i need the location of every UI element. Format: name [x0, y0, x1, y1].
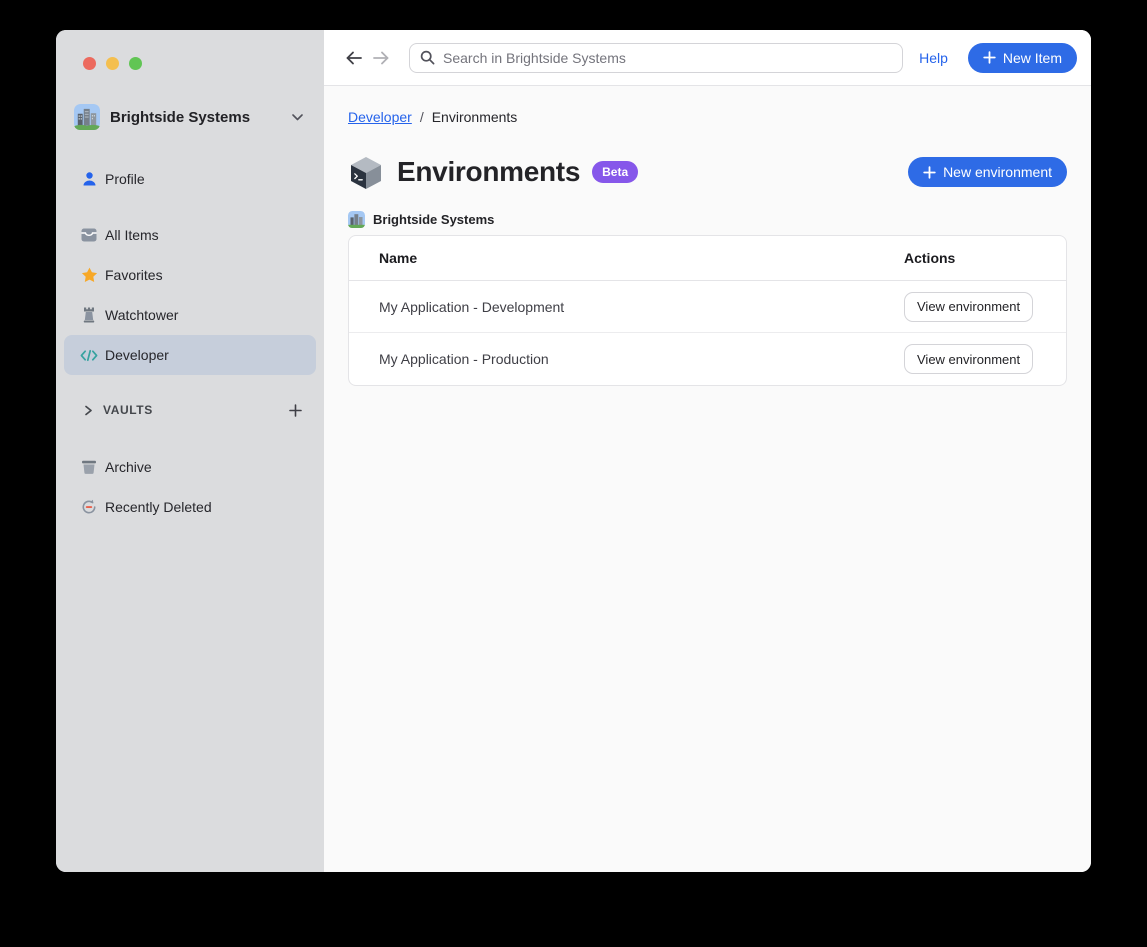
view-environment-button[interactable]: View environment — [904, 292, 1033, 322]
arrow-left-icon — [344, 50, 363, 66]
org-name: Brightside Systems — [110, 109, 282, 126]
sidebar-item-label: Developer — [105, 347, 169, 363]
archive-box-icon — [80, 458, 98, 476]
sidebar-item-label: All Items — [105, 227, 159, 243]
chevron-down-icon — [292, 114, 303, 121]
search-input[interactable] — [443, 50, 892, 66]
sidebar-item-label: Profile — [105, 171, 145, 187]
toolbar: Help New Item — [324, 30, 1091, 86]
new-item-button[interactable]: New Item — [968, 43, 1077, 73]
table-row: My Application - Development View enviro… — [349, 281, 1066, 333]
vaults-label[interactable]: VAULTS — [103, 403, 279, 417]
environment-name: My Application - Production — [349, 351, 904, 367]
code-icon — [80, 346, 98, 364]
forward-button[interactable] — [369, 46, 393, 70]
breadcrumb-separator: / — [420, 109, 424, 125]
column-header-actions: Actions — [904, 250, 1066, 266]
sidebar-item-watchtower[interactable]: Watchtower — [64, 295, 316, 335]
back-button[interactable] — [341, 46, 365, 70]
close-window-button[interactable] — [83, 57, 96, 70]
main-panel: Help New Item Developer / Environments — [324, 30, 1091, 872]
view-environment-button[interactable]: View environment — [904, 344, 1033, 374]
cube-terminal-icon — [348, 154, 384, 190]
table-header: Name Actions — [349, 236, 1066, 281]
tray-icon — [80, 226, 98, 244]
minimize-window-button[interactable] — [106, 57, 119, 70]
new-item-label: New Item — [1003, 50, 1062, 66]
plus-icon[interactable] — [289, 404, 302, 417]
column-header-name: Name — [349, 250, 904, 266]
person-icon — [80, 170, 98, 188]
star-icon — [80, 266, 98, 284]
page-content: Developer / Environments Environments Be… — [324, 86, 1091, 386]
building-icon — [74, 104, 100, 130]
breadcrumb-current: Environments — [432, 109, 518, 125]
sidebar-item-profile[interactable]: Profile — [64, 159, 316, 199]
window-controls — [56, 30, 324, 70]
sidebar-nav: Profile All Items Favorites — [56, 159, 324, 375]
sidebar-item-recently-deleted[interactable]: Recently Deleted — [64, 487, 316, 527]
new-environment-button[interactable]: New environment — [908, 157, 1067, 187]
zoom-window-button[interactable] — [129, 57, 142, 70]
new-environment-label: New environment — [943, 164, 1052, 180]
org-label: Brightside Systems — [373, 212, 494, 227]
plus-icon — [983, 51, 996, 64]
arrow-right-icon — [372, 50, 391, 66]
beta-badge: Beta — [592, 161, 638, 183]
magnifier-icon — [420, 50, 435, 65]
environments-table: Name Actions My Application - Developmen… — [348, 235, 1067, 386]
help-link[interactable]: Help — [919, 50, 948, 66]
page-title: Environments — [397, 156, 580, 188]
tower-icon — [80, 306, 98, 324]
sidebar-footer: Archive Recently Deleted — [56, 447, 324, 527]
chevron-right-icon[interactable] — [84, 405, 93, 416]
sidebar-spacer — [56, 199, 324, 215]
sidebar-item-all-items[interactable]: All Items — [64, 215, 316, 255]
org-switcher[interactable]: Brightside Systems — [74, 104, 303, 130]
sidebar-item-label: Watchtower — [105, 307, 178, 323]
plus-icon — [923, 166, 936, 179]
search-field[interactable] — [409, 43, 903, 73]
vaults-section-header: VAULTS — [56, 390, 324, 430]
page-header: Environments Beta New environment — [348, 154, 1067, 190]
breadcrumb-developer-link[interactable]: Developer — [348, 109, 412, 125]
sidebar-item-favorites[interactable]: Favorites — [64, 255, 316, 295]
restore-minus-icon — [80, 498, 98, 516]
sidebar: Brightside Systems Profile — [56, 30, 324, 872]
sidebar-item-label: Recently Deleted — [105, 499, 212, 515]
table-row: My Application - Production View environ… — [349, 333, 1066, 385]
environment-name: My Application - Development — [349, 299, 904, 315]
breadcrumb: Developer / Environments — [348, 109, 1067, 125]
sidebar-item-label: Archive — [105, 459, 152, 475]
sidebar-item-label: Favorites — [105, 267, 163, 283]
building-icon — [348, 211, 365, 228]
sidebar-item-developer[interactable]: Developer — [64, 335, 316, 375]
app-window: Brightside Systems Profile — [56, 30, 1091, 872]
sidebar-item-archive[interactable]: Archive — [64, 447, 316, 487]
org-section-label: Brightside Systems — [348, 211, 1067, 228]
